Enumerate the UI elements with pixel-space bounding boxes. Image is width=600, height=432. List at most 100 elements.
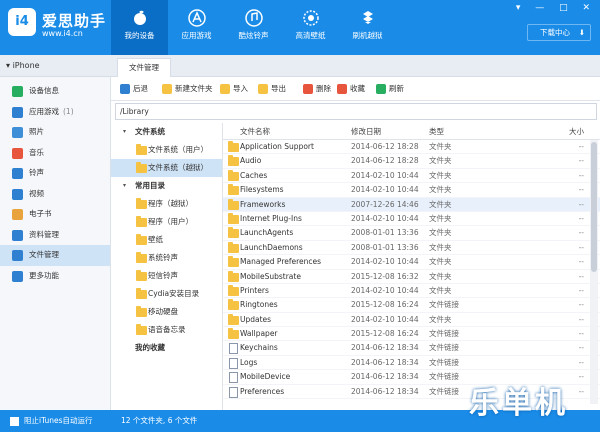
tree-node[interactable]: 程序（越狱） [111, 195, 222, 213]
sidebar-item-9[interactable]: 文件管理 [0, 245, 110, 266]
tree-node[interactable]: 壁纸 [111, 231, 222, 249]
window-controls[interactable]: ▾ — □ ✕ [516, 3, 596, 13]
table-row[interactable]: LaunchAgents 2008-01-01 13:36 文件夹 -- [223, 226, 600, 241]
download-center-button[interactable]: 下载中心 ⬇ [527, 24, 591, 41]
table-row[interactable]: Managed Preferences 2014-02-10 10:44 文件夹 -- [223, 255, 600, 270]
table-row[interactable]: Printers 2014-02-10 10:44 文件夹 -- [223, 284, 600, 299]
block-itunes-label: 阻止iTunes自动运行 [24, 416, 93, 425]
tree-node[interactable]: 程序（用户） [111, 213, 222, 231]
tree-node-label: 文件系统（用户） [148, 145, 208, 154]
column-type[interactable]: 类型 [429, 123, 444, 140]
refresh-icon [376, 84, 386, 94]
toolbar: 后退 新建文件夹 导入 导出 删除 收藏 刷新 [111, 77, 600, 101]
sidebar-item-label: 视频 [29, 188, 44, 198]
folder-icon [228, 270, 239, 282]
file-name: MobileDevice [240, 372, 291, 382]
file-list-scrollbar[interactable] [590, 140, 598, 404]
table-row[interactable]: Updates 2014-02-10 10:44 文件夹 -- [223, 313, 600, 328]
sidebar-item-6[interactable]: 视频 [0, 184, 110, 205]
path-input[interactable]: /Library [115, 103, 597, 120]
export-icon [258, 84, 268, 94]
device-name: iPhone [12, 61, 40, 70]
table-row[interactable]: Internet Plug-Ins 2014-02-10 10:44 文件夹 -- [223, 212, 600, 227]
tree-node[interactable]: 语音备忘录 [111, 321, 222, 339]
sidebar-item-4[interactable]: 音乐 [0, 143, 110, 164]
tree-node[interactable]: 文件系统（用户） [111, 141, 222, 159]
tree-node[interactable]: 系统铃声 [111, 249, 222, 267]
table-row[interactable]: Application Support 2014-06-12 18:28 文件夹 -- [223, 140, 600, 155]
toolbar-button-3[interactable]: 导入 [219, 82, 248, 96]
file-size: -- [578, 170, 584, 180]
table-row[interactable]: Wallpaper 2015-12-08 16:24 文件链接 -- [223, 327, 600, 342]
sidebar-item-label: 资料管理 [29, 229, 59, 239]
import-icon [220, 84, 230, 94]
device-selector[interactable]: ▾ iPhone [0, 55, 111, 77]
file-type: 文件夹 [429, 142, 452, 151]
file-date: 2014-06-12 18:34 [351, 372, 419, 382]
tree-favorites[interactable]: 我的收藏 [111, 339, 222, 357]
file-size: -- [578, 300, 584, 310]
toolbar-button-1[interactable]: 后退 [119, 82, 148, 96]
folder-icon [228, 299, 239, 311]
table-row[interactable]: LaunchDaemons 2008-01-01 13:36 文件夹 -- [223, 241, 600, 256]
file-type: 文件夹 [429, 185, 452, 195]
table-row[interactable]: Audio 2014-06-12 18:28 文件夹 -- [223, 154, 600, 169]
tree-node[interactable]: 短信铃声 [111, 267, 222, 285]
toolbar-button-6[interactable]: 收藏 [336, 82, 365, 96]
nav-tab-2[interactable]: 应用游戏 [168, 0, 225, 55]
file-date: 2015-12-08 16:24 [351, 300, 419, 310]
table-row[interactable]: Caches 2014-02-10 10:44 文件夹 -- [223, 169, 600, 184]
toolbar-button-label: 导入 [233, 84, 248, 93]
table-row[interactable]: MobileSubstrate 2015-12-08 16:32 文件夹 -- [223, 270, 600, 284]
nav-tab-1[interactable]: 我的设备 [111, 0, 168, 55]
table-row[interactable]: Keychains 2014-06-12 18:34 文件链接 -- [223, 341, 600, 356]
nav-tab-3[interactable]: 酷炫铃声 [225, 0, 282, 55]
back-icon [120, 84, 130, 94]
column-name[interactable]: 文件名称 [240, 123, 270, 140]
scroll-thumb[interactable] [591, 142, 597, 272]
sidebar-item-2[interactable]: 应用游戏 (1) [0, 102, 110, 123]
sidebar-item-7[interactable]: 电子书 [0, 204, 110, 225]
column-size[interactable]: 大小 [569, 123, 584, 140]
file-type: 文件链接 [429, 357, 459, 367]
video-icon [12, 188, 23, 200]
sidebar-item-3[interactable]: 照片 [0, 122, 110, 143]
toolbar-button-5[interactable]: 删除 [302, 82, 331, 96]
toolbar-button-7[interactable]: 刷新 [375, 82, 404, 96]
sidebar-item-label: 照片 [29, 127, 44, 136]
sidebar-item-label: 文件管理 [29, 250, 59, 259]
block-itunes-checkbox[interactable] [10, 417, 19, 426]
file-date: 2015-12-08 16:24 [351, 329, 419, 339]
file-type: 文件链接 [429, 300, 459, 310]
file-date: 2014-02-10 10:44 [351, 170, 419, 180]
folder-icon [136, 144, 147, 155]
toolbar-button-4[interactable]: 导出 [257, 82, 286, 96]
sidebar-item-8[interactable]: 资料管理 [0, 225, 110, 246]
contacts-icon [12, 229, 23, 241]
favorite-icon [337, 84, 347, 94]
table-row[interactable]: Ringtones 2015-12-08 16:24 文件链接 -- [223, 298, 600, 313]
tree-node[interactable]: 文件系统（越狱） [111, 159, 222, 177]
toolbar-button-label: 后退 [133, 84, 148, 93]
tab-file-manager[interactable]: 文件管理 [117, 58, 171, 77]
nav-tab-4[interactable]: 高清壁纸 [282, 0, 339, 55]
nav-tab-5[interactable]: 刷机越狱 [339, 0, 396, 55]
file-type: 文件夹 [429, 271, 452, 281]
tree-node[interactable]: Cydia安装目录 [111, 285, 222, 303]
file-size: -- [578, 386, 584, 396]
sidebar-item-label: 电子书 [29, 209, 52, 218]
tree-section-2[interactable]: ▾ 常用目录 [111, 177, 222, 195]
table-row[interactable]: Logs 2014-06-12 18:34 文件链接 -- [223, 356, 600, 371]
sidebar-item-10[interactable]: 更多功能 [0, 266, 110, 287]
tree-section-1[interactable]: ▾ 文件系统 [111, 123, 222, 141]
table-row[interactable]: Frameworks 2007-12-26 14:46 文件夹 -- [223, 197, 600, 212]
sidebar-item-label: 铃声 [29, 168, 44, 177]
toolbar-button-2[interactable]: 新建文件夹 [161, 82, 213, 96]
column-date[interactable]: 修改日期 [351, 123, 381, 140]
tree-favorites-label: 我的收藏 [135, 343, 165, 352]
sidebar-item-5[interactable]: 铃声 [0, 163, 110, 184]
sidebar-item-1[interactable]: 设备信息 [0, 81, 110, 102]
table-row[interactable]: Filesystems 2014-02-10 10:44 文件夹 -- [223, 183, 600, 198]
tree-node[interactable]: 移动硬盘 [111, 303, 222, 321]
file-icon [229, 386, 238, 398]
